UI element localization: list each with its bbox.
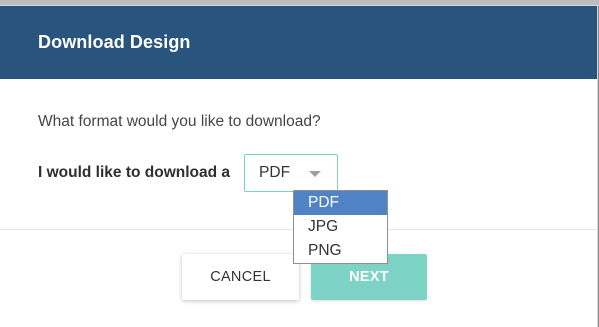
dialog-header: Download Design	[0, 6, 597, 79]
dialog-title: Download Design	[38, 32, 191, 52]
format-question: What format would you like to download?	[38, 113, 321, 130]
format-row: I would like to download a PDF	[38, 154, 339, 192]
format-select-value: PDF	[259, 164, 291, 181]
format-option-jpg[interactable]: JPG	[294, 215, 387, 239]
cancel-button[interactable]: CANCEL	[182, 254, 299, 300]
format-label: I would like to download a	[38, 164, 231, 181]
chevron-down-icon	[309, 171, 322, 177]
format-dropdown-menu: PDF JPG PNG	[293, 190, 388, 264]
format-option-png[interactable]: PNG	[294, 239, 387, 263]
format-select[interactable]: PDF	[244, 154, 339, 192]
format-option-pdf[interactable]: PDF	[294, 191, 387, 215]
download-design-dialog: Download Design What format would you li…	[0, 6, 597, 327]
